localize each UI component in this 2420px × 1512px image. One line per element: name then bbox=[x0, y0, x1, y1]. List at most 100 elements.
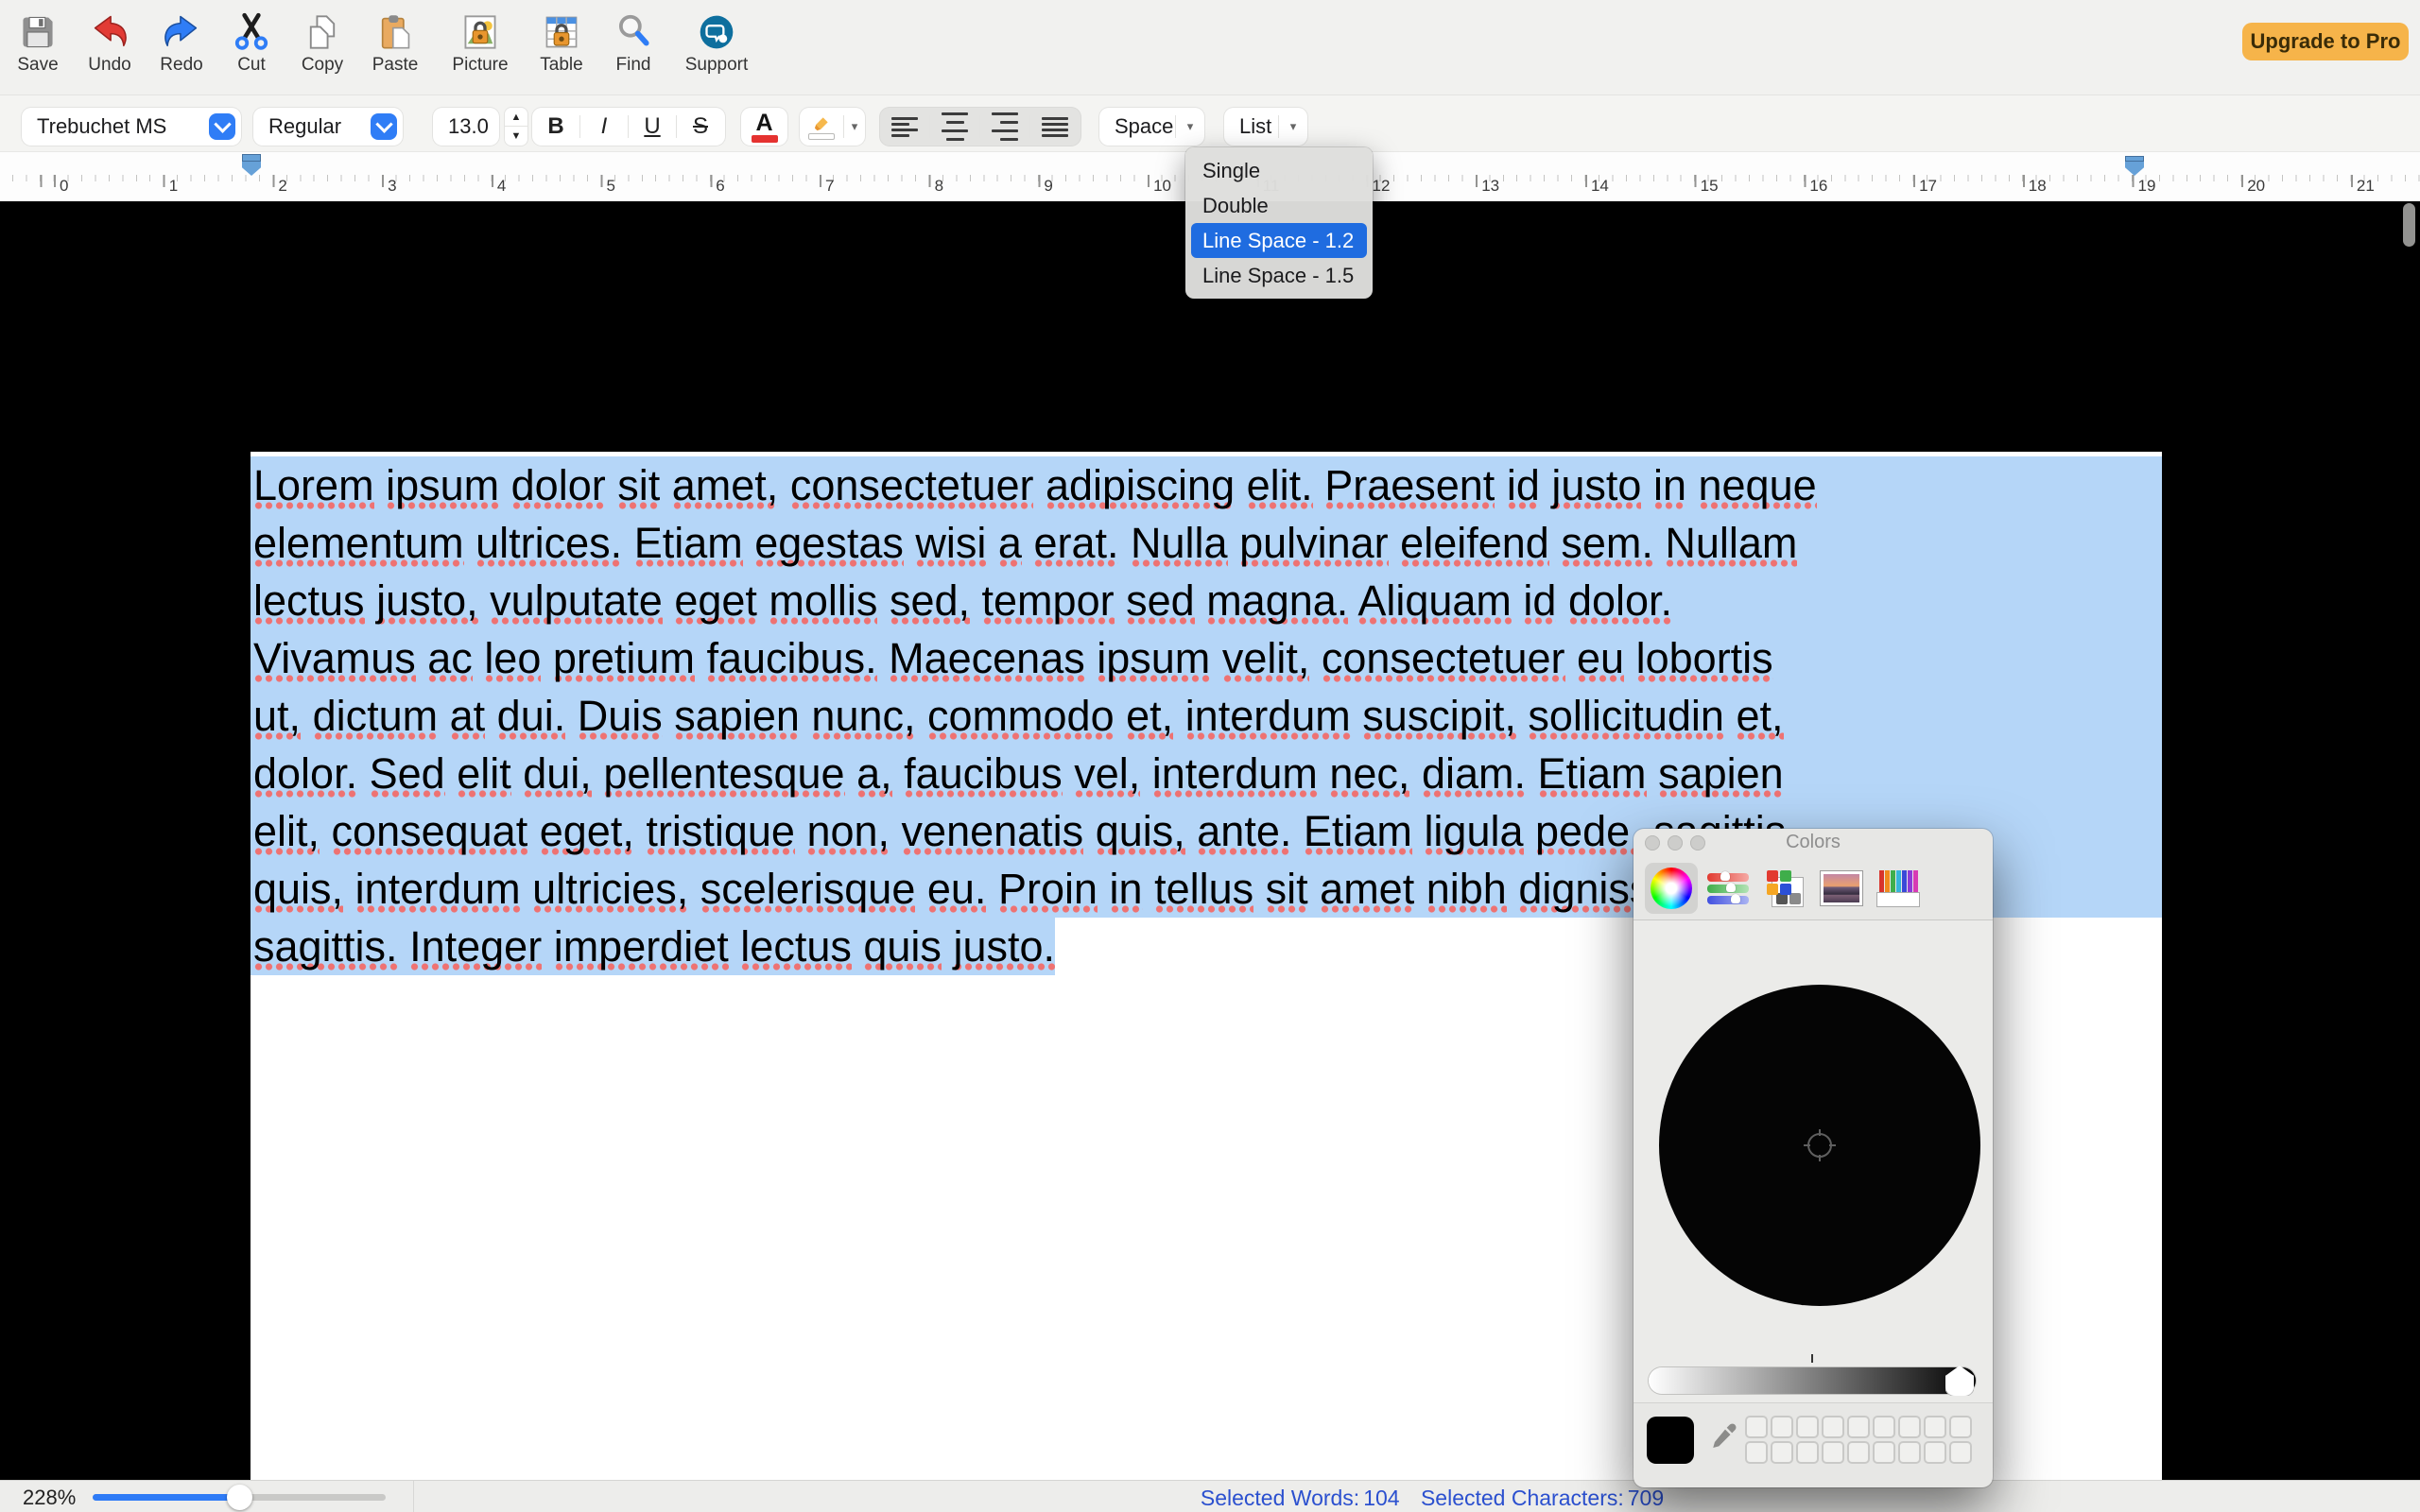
space-dropdown[interactable]: Space ▾ bbox=[1099, 108, 1204, 146]
font-style-dropdown[interactable]: Regular bbox=[253, 108, 403, 146]
italic-button[interactable]: I bbox=[580, 108, 628, 146]
word: sapien bbox=[1658, 749, 1784, 798]
color-swatch-empty[interactable] bbox=[1949, 1416, 1972, 1438]
chevron-down-icon[interactable] bbox=[371, 113, 397, 140]
selected-words-value: 104 bbox=[1363, 1486, 1399, 1510]
word: lectus bbox=[253, 576, 365, 625]
align-right-button[interactable] bbox=[980, 108, 1029, 146]
undo-button[interactable]: Undo bbox=[74, 11, 146, 91]
color-wheel-crosshair[interactable] bbox=[1807, 1133, 1832, 1158]
copy-icon bbox=[302, 11, 343, 53]
color-swatch-empty[interactable] bbox=[1822, 1416, 1844, 1438]
color-swatch-empty[interactable] bbox=[1822, 1441, 1844, 1464]
align-left-button[interactable] bbox=[880, 108, 929, 146]
highlight-dropdown-arrow[interactable]: ▾ bbox=[844, 119, 865, 134]
word: ut, bbox=[253, 692, 301, 740]
color-swatch-empty[interactable] bbox=[1771, 1441, 1793, 1464]
find-button[interactable]: Find bbox=[597, 11, 669, 91]
word: ac bbox=[427, 634, 473, 682]
color-swatch-empty[interactable] bbox=[1949, 1441, 1972, 1464]
redo-button[interactable]: Redo bbox=[146, 11, 217, 91]
right-indent-marker[interactable] bbox=[2125, 156, 2144, 176]
font-size-field[interactable]: 13.0 bbox=[433, 108, 499, 146]
word: ante. bbox=[1197, 807, 1291, 855]
tab-color-palettes[interactable] bbox=[1758, 863, 1811, 914]
color-swatch-empty[interactable] bbox=[1847, 1416, 1870, 1438]
color-swatch-empty[interactable] bbox=[1796, 1441, 1819, 1464]
color-swatch-empty[interactable] bbox=[1745, 1441, 1768, 1464]
document-canvas: Lorem ipsum dolor sit amet, consectetuer… bbox=[0, 201, 2420, 1480]
colors-panel: Colors bbox=[1634, 829, 1993, 1487]
save-button[interactable]: Save bbox=[2, 11, 74, 91]
color-swatch-empty[interactable] bbox=[1796, 1416, 1819, 1438]
format-toolbar: Trebuchet MS Regular 13.0 ▲ ▼ B I U S A bbox=[0, 94, 2420, 152]
word: id bbox=[1523, 576, 1556, 625]
left-indent-marker[interactable] bbox=[242, 154, 261, 176]
space-dropdown-arrow[interactable]: ▾ bbox=[1176, 119, 1204, 134]
font-color-button[interactable]: A bbox=[741, 108, 787, 146]
highlight-color-button[interactable]: ▾ bbox=[800, 108, 865, 146]
bold-button[interactable]: B bbox=[532, 108, 579, 146]
picture-button[interactable]: Picture bbox=[444, 11, 516, 91]
tab-color-sliders[interactable] bbox=[1702, 863, 1754, 914]
list-dropdown-arrow[interactable]: ▾ bbox=[1279, 119, 1307, 134]
word: diam. bbox=[1422, 749, 1526, 798]
support-button[interactable]: Support bbox=[681, 11, 752, 91]
ruler-number: 1 bbox=[169, 177, 178, 196]
align-justify-button[interactable] bbox=[1030, 108, 1080, 146]
word: sollicitudin bbox=[1528, 692, 1724, 740]
color-swatch-empty[interactable] bbox=[1873, 1441, 1895, 1464]
text-line: dolor. Sed elit dui, pellentesque a, fau… bbox=[251, 745, 2162, 802]
menu-item-line-space-1-5[interactable]: Line Space - 1.5 bbox=[1191, 258, 1367, 293]
copy-button[interactable]: Copy bbox=[286, 11, 358, 91]
tab-color-wheel[interactable] bbox=[1645, 863, 1698, 914]
underline-button[interactable]: U bbox=[629, 108, 676, 146]
menu-item-double[interactable]: Double bbox=[1191, 188, 1367, 223]
color-swatch-empty[interactable] bbox=[1898, 1416, 1921, 1438]
chevron-down-icon[interactable] bbox=[209, 113, 235, 140]
cut-button[interactable]: Cut bbox=[216, 11, 287, 91]
current-color-well[interactable] bbox=[1647, 1417, 1694, 1464]
word: consequat bbox=[332, 807, 528, 855]
word: consectetuer bbox=[790, 461, 1034, 509]
strikethrough-button[interactable]: S bbox=[677, 108, 724, 146]
font-size-stepper[interactable]: ▲ ▼ bbox=[505, 108, 527, 146]
table-button[interactable]: Table bbox=[526, 11, 597, 91]
text-line: ut, dictum at dui. Duis sapien nunc, com… bbox=[251, 687, 2162, 745]
word: Etiam bbox=[1538, 749, 1647, 798]
word: sit bbox=[617, 461, 660, 509]
paste-button[interactable]: Paste bbox=[359, 11, 431, 91]
ruler-number: 21 bbox=[2357, 177, 2375, 196]
eyedropper-icon[interactable] bbox=[1707, 1420, 1741, 1458]
word: Duis bbox=[578, 692, 663, 740]
space-label: Space bbox=[1099, 114, 1175, 139]
align-center-button[interactable] bbox=[930, 108, 979, 146]
upgrade-to-pro-button[interactable]: Upgrade to Pro bbox=[2242, 23, 2409, 60]
color-swatch-empty[interactable] bbox=[1924, 1416, 1946, 1438]
brightness-slider-knob[interactable] bbox=[1945, 1366, 1974, 1396]
tab-image-palettes[interactable] bbox=[1815, 863, 1868, 914]
color-swatch-empty[interactable] bbox=[1847, 1441, 1870, 1464]
color-wheel-area[interactable] bbox=[1659, 985, 1980, 1306]
menu-item-line-space-1-2[interactable]: Line Space - 1.2 bbox=[1191, 223, 1367, 258]
color-swatch-empty[interactable] bbox=[1745, 1416, 1768, 1438]
brightness-slider[interactable] bbox=[1649, 1367, 1976, 1394]
color-swatch-empty[interactable] bbox=[1898, 1441, 1921, 1464]
color-swatch-empty[interactable] bbox=[1924, 1441, 1946, 1464]
menu-item-single[interactable]: Single bbox=[1191, 153, 1367, 188]
word: faucibus. bbox=[706, 634, 876, 682]
tab-pencils[interactable] bbox=[1872, 863, 1925, 914]
selection-highlight: elementum ultrices. Etiam egestas wisi a… bbox=[251, 514, 2162, 572]
stepper-up-icon[interactable]: ▲ bbox=[505, 108, 527, 127]
word: ipsum bbox=[386, 461, 499, 509]
main-toolbar: Save Undo Redo Cut Copy Paste bbox=[0, 0, 2420, 94]
list-dropdown[interactable]: List ▾ bbox=[1224, 108, 1307, 146]
stepper-down-icon[interactable]: ▼ bbox=[505, 127, 527, 146]
status-bar: 228% Selected Words:104 Selected Charact… bbox=[0, 1480, 2420, 1512]
font-family-dropdown[interactable]: Trebuchet MS bbox=[22, 108, 241, 146]
color-swatch-empty[interactable] bbox=[1771, 1416, 1793, 1438]
color-swatch-empty[interactable] bbox=[1873, 1416, 1895, 1438]
vertical-scrollbar-thumb[interactable] bbox=[2403, 203, 2415, 247]
ruler-number: 8 bbox=[935, 177, 943, 196]
word: erat. bbox=[1033, 519, 1118, 567]
